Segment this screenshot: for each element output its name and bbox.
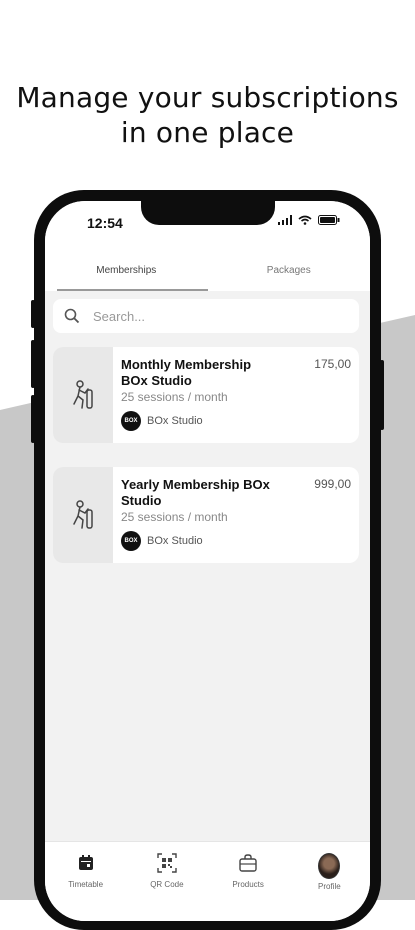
card-thumbnail (53, 467, 113, 563)
card-title: Yearly Membership BOx Studio (121, 477, 270, 508)
tab-memberships[interactable]: Memberships (45, 251, 208, 291)
search-input[interactable] (91, 307, 345, 325)
phone-volume-down (31, 395, 35, 443)
battery-icon (318, 215, 340, 225)
avatar (318, 853, 341, 879)
phone-notch (141, 201, 275, 225)
studio-info: BOX BOx Studio (121, 411, 203, 431)
phone-side-button (31, 300, 35, 328)
phone-frame: 12:54 Memberships Packages Search... Mon… (31, 190, 384, 930)
card-price: 999,00 (314, 477, 351, 491)
card-subtitle: 25 sessions / month (121, 510, 228, 524)
membership-card-monthly[interactable]: Monthly Membership BOx Studio 25 session… (53, 347, 359, 443)
tab-packages[interactable]: Packages (208, 251, 371, 291)
nav-timetable[interactable]: Timetable (45, 842, 126, 921)
phone-volume-up (31, 340, 35, 388)
status-time: 12:54 (87, 215, 123, 231)
studio-info: BOX BOx Studio (121, 531, 203, 551)
nav-label: Products (232, 880, 264, 889)
bottom-nav: Timetable QR Code Products Profile (45, 841, 370, 921)
phone-power-button (380, 360, 384, 430)
nav-label: QR Code (150, 880, 184, 889)
nav-label: Timetable (68, 880, 104, 889)
shopping-bag-icon (239, 854, 257, 872)
headline-line-2: in one place (120, 116, 295, 149)
headline-line-1: Manage your subscriptions (16, 81, 399, 114)
fitness-person-icon (73, 500, 93, 529)
search-icon (64, 308, 80, 324)
card-thumbnail (53, 347, 113, 443)
studio-logo: BOX (121, 531, 141, 551)
studio-logo: BOX (121, 411, 141, 431)
signal-icon (278, 215, 292, 225)
qr-code-icon (157, 853, 177, 873)
nav-profile[interactable]: Profile (289, 842, 370, 921)
nav-products[interactable]: Products (208, 842, 289, 921)
membership-tabs: Memberships Packages (45, 251, 370, 291)
card-price: 175,00 (314, 357, 351, 371)
phone-screen: 12:54 Memberships Packages Search... Mon… (45, 201, 370, 921)
nav-qr-code[interactable]: QR Code (126, 842, 207, 921)
status-icons (278, 215, 340, 225)
membership-card-yearly[interactable]: Yearly Membership BOx Studio 25 sessions… (53, 467, 359, 563)
card-title: Monthly Membership BOx Studio (121, 357, 252, 388)
fitness-person-icon (73, 380, 93, 409)
headline: Manage your subscriptions in one place (0, 80, 415, 150)
search-bar (53, 299, 359, 333)
wifi-icon (298, 215, 312, 225)
studio-name: BOx Studio (147, 415, 203, 427)
calendar-icon (78, 855, 93, 870)
studio-name: BOx Studio (147, 535, 203, 547)
card-subtitle: 25 sessions / month (121, 390, 228, 404)
nav-label: Profile (318, 882, 341, 891)
